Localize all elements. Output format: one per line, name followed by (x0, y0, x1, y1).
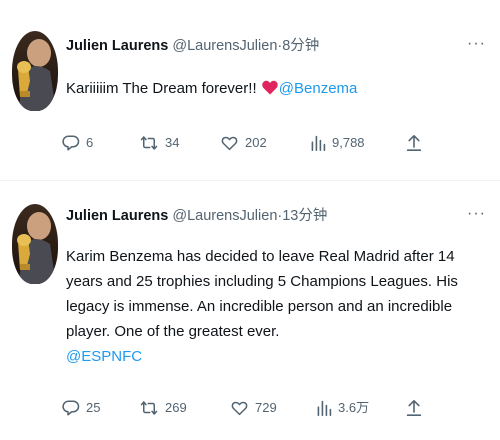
tweet-header: Julien Laurens @LaurensJulien·8分钟 ··· (66, 34, 486, 56)
retweet-icon (140, 401, 158, 415)
share-button[interactable] (406, 133, 422, 153)
like-button[interactable]: 202 (220, 133, 267, 153)
tweet-actions: 25 269 729 3.6万 (62, 398, 430, 422)
views-button[interactable]: 3.6万 (316, 398, 369, 418)
reply-icon (62, 400, 80, 416)
share-button[interactable] (406, 398, 422, 418)
reply-count: 25 (86, 400, 101, 415)
retweet-count: 34 (165, 135, 180, 150)
share-icon (406, 399, 422, 416)
like-icon (221, 136, 238, 151)
avatar[interactable] (12, 31, 58, 111)
author-name[interactable]: Julien Laurens (66, 208, 168, 224)
like-button[interactable]: 729 (230, 398, 277, 418)
retweet-icon (140, 136, 158, 150)
tweet-text: Kariiiiim The Dream forever!! @Benzema (66, 76, 486, 103)
author-handle[interactable]: @LaurensJulien (172, 38, 277, 54)
tweet[interactable]: Julien Laurens @LaurensJulien·13分钟 ··· K… (0, 182, 500, 440)
view-count: 9,788 (332, 135, 365, 150)
views-icon (311, 135, 326, 151)
avatar[interactable] (12, 204, 58, 284)
reply-button[interactable]: 25 (62, 398, 100, 418)
tweet-text-content: Karim Benzema has decided to leave Real … (66, 248, 458, 340)
retweet-button[interactable]: 34 (139, 133, 179, 153)
views-button[interactable]: 9,788 (310, 133, 365, 153)
timestamp[interactable]: 8分钟 (282, 38, 319, 54)
tweet-text: Karim Benzema has decided to leave Real … (66, 244, 486, 369)
tweet-actions: 6 34 202 9,788 (62, 133, 430, 157)
like-count: 202 (245, 135, 267, 150)
like-icon (231, 401, 248, 416)
more-options-icon[interactable]: ··· (467, 34, 486, 54)
retweet-count: 269 (165, 400, 187, 415)
reply-icon (62, 135, 80, 151)
tweet-text-content: Kariiiiim The Dream forever!! (66, 80, 261, 97)
reply-count: 6 (86, 135, 94, 150)
view-count: 3.6万 (338, 400, 370, 415)
avatar-image (12, 31, 58, 111)
heart-red-icon (262, 78, 278, 103)
like-count: 729 (255, 400, 277, 415)
tweet-feed: Julien Laurens @LaurensJulien·8分钟 ··· Ka… (0, 0, 500, 440)
author-handle[interactable]: @LaurensJulien (172, 208, 277, 224)
tweet[interactable]: Julien Laurens @LaurensJulien·8分钟 ··· Ka… (0, 0, 500, 181)
share-icon (406, 135, 422, 152)
views-icon (317, 400, 332, 416)
retweet-button[interactable]: 269 (139, 398, 187, 418)
avatar-image (12, 204, 58, 284)
reply-button[interactable]: 6 (62, 133, 93, 153)
mention-link[interactable]: @ESPNFC (66, 344, 486, 369)
author-name[interactable]: Julien Laurens (66, 38, 168, 54)
tweet-header: Julien Laurens @LaurensJulien·13分钟 ··· (66, 204, 486, 226)
mention-link[interactable]: @Benzema (279, 80, 358, 97)
more-options-icon[interactable]: ··· (467, 204, 486, 224)
timestamp[interactable]: 13分钟 (282, 208, 327, 224)
